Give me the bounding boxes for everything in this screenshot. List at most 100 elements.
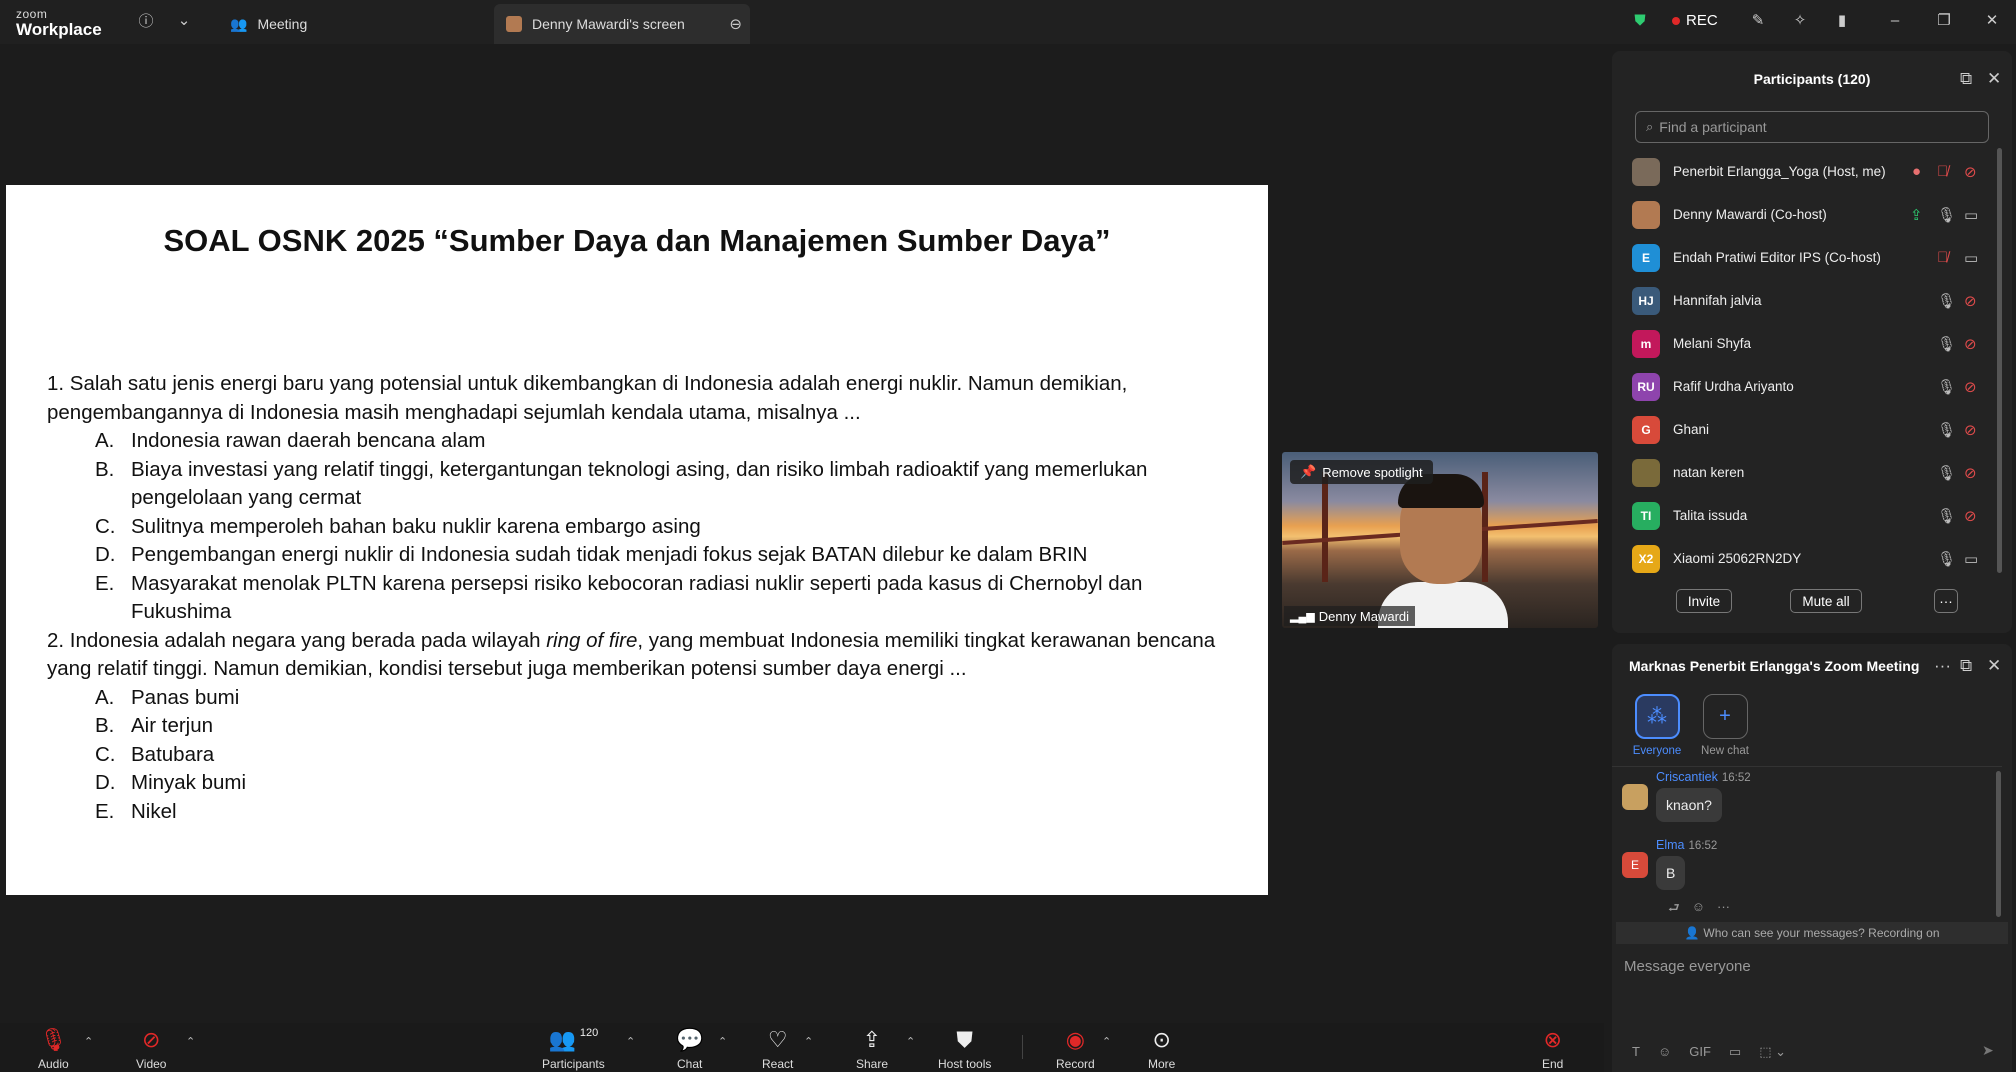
participants-button[interactable]: 👥 120 Participants (542, 1027, 605, 1071)
react-button[interactable]: ♡ React (762, 1027, 793, 1071)
record-button[interactable]: ◉ Record (1056, 1027, 1095, 1071)
audio-label: Audio (38, 1057, 69, 1071)
remove-spotlight-button[interactable]: 📌 Remove spotlight (1290, 460, 1433, 484)
annotate-pen-icon[interactable]: ✎ (1748, 10, 1768, 30)
participant-row[interactable]: m Melani Shyfa 🎙 ⊘ (1612, 322, 2004, 365)
video-off-icon[interactable]: ⊘ (1964, 507, 1977, 525)
more-button[interactable]: ⊙ More (1148, 1027, 1175, 1071)
recording-indicator[interactable]: REC (1672, 12, 1718, 29)
mic-icon[interactable]: 🎙 (1937, 550, 1956, 568)
mic-icon[interactable]: 🎙 (1937, 507, 1956, 525)
participant-search-input[interactable]: ⌕ Find a participant (1635, 111, 1989, 143)
video-off-icon[interactable]: ⊘ (1964, 292, 1977, 310)
video-icon[interactable]: ▭ (1964, 249, 1978, 267)
chat-options-caret[interactable]: ⌃ (718, 1035, 727, 1048)
screenshot-icon[interactable]: ⬚ ⌄ (1759, 1044, 1786, 1060)
participant-row[interactable]: Penerbit Erlangga_Yoga (Host, me) 🎙̸ ⊘ ● (1612, 150, 2004, 193)
message-more-icon[interactable]: ··· (1717, 899, 1730, 921)
ai-sparkle-icon[interactable]: ✧ (1790, 10, 1810, 30)
option-text: Indonesia rawan daerah bencana alam (131, 429, 486, 452)
reply-icon[interactable]: ⮐ (1668, 899, 1680, 921)
record-options-caret[interactable]: ⌃ (1102, 1035, 1111, 1048)
participant-row[interactable]: E Endah Pratiwi Editor IPS (Co-host) 🎙̸ ▭ (1612, 236, 2004, 279)
spotlight-video-tile[interactable]: 📌 Remove spotlight ▂▄▆ Denny Mawardi (1282, 452, 1598, 628)
react-options-caret[interactable]: ⌃ (804, 1035, 813, 1048)
message-visibility-note[interactable]: 👤 Who can see your messages? Recording o… (1616, 922, 2008, 944)
chat-panel: Marknas Penerbit Erlangga's Zoom Meeting… (1612, 644, 2012, 1072)
mic-muted-icon[interactable]: 🎙̸ (1937, 249, 1948, 266)
more-options-icon[interactable]: ⊖ (729, 15, 742, 33)
video-icon[interactable]: ▭ (1964, 206, 1978, 224)
tab-everyone[interactable]: ⁂ Everyone (1624, 694, 1690, 757)
video-off-icon[interactable]: ⊘ (1964, 335, 1977, 353)
tab-new-chat[interactable]: + New chat (1692, 694, 1758, 757)
mute-all-button[interactable]: Mute all (1790, 589, 1862, 613)
chat-popout-icon[interactable]: ⧉ (1960, 656, 1972, 676)
message-header: Elma 16:52 (1656, 838, 1717, 852)
participant-row[interactable]: RU Rafif Urdha Ariyanto 🎙 ⊘ (1612, 365, 2004, 408)
chat-scrollbar[interactable] (1996, 771, 2001, 917)
participants-options-caret[interactable]: ⌃ (626, 1035, 635, 1048)
tab-screen-share[interactable]: Denny Mawardi's screen ⊖ (494, 4, 750, 44)
audio-options-caret[interactable]: ⌃ (84, 1035, 93, 1048)
security-shield-icon[interactable]: ⛊ (1630, 10, 1650, 30)
more-participant-options-button[interactable]: ··· (1934, 589, 1958, 613)
chat-more-icon[interactable]: ··· (1934, 656, 1951, 676)
mic-icon[interactable]: 🎙 (1937, 421, 1956, 439)
share-options-caret[interactable]: ⌃ (906, 1035, 915, 1048)
video-off-icon[interactable]: ⊘ (1964, 421, 1977, 439)
question-2-pre: 2. Indonesia adalah negara yang berada p… (47, 628, 547, 652)
minimize-icon[interactable]: – (1885, 10, 1905, 30)
send-icon[interactable]: ➤ (1982, 1042, 1994, 1059)
view-layout-icon[interactable]: ▮ (1832, 10, 1852, 30)
participant-list-scrollbar[interactable] (1997, 148, 2002, 573)
mic-icon[interactable]: 🎙 (1937, 206, 1956, 224)
chat-close-icon[interactable]: ✕ (1987, 656, 2001, 676)
participant-row[interactable]: HJ Hannifah jalvia 🎙 ⊘ (1612, 279, 2004, 322)
invite-button[interactable]: Invite (1676, 589, 1732, 613)
participant-row[interactable]: natan keren 🎙 ⊘ (1612, 451, 2004, 494)
mic-icon[interactable]: 🎙 (1937, 335, 1956, 353)
file-icon[interactable]: ▭ (1729, 1044, 1741, 1060)
video-off-icon[interactable]: ⊘ (1964, 378, 1977, 396)
info-icon[interactable]: ⓘ (136, 10, 156, 30)
video-button[interactable]: ⊘ Video (136, 1027, 166, 1071)
add-reaction-icon[interactable]: ☺ (1692, 899, 1705, 921)
zoom-meeting-window: zoom Workplace ⓘ ⌄ 👥 Meeting Denny Mawar… (0, 0, 2016, 1072)
mic-icon[interactable]: 🎙 (1937, 464, 1956, 482)
restore-icon[interactable]: ❐ (1934, 10, 1954, 30)
option-letter: A. (95, 429, 115, 452)
popout-icon[interactable]: ⧉ (1960, 69, 1972, 89)
end-meeting-button[interactable]: ⊗ End (1542, 1027, 1563, 1071)
audio-button[interactable]: 🎙 Audio (38, 1027, 69, 1071)
video-off-icon[interactable]: ⊘ (1964, 163, 1977, 181)
more-dots-icon: ⊙ (1152, 1027, 1171, 1052)
close-panel-icon[interactable]: ✕ (1987, 69, 2001, 89)
participant-row[interactable]: Denny Mawardi (Co-host) 🎙 ▭ ⇪ (1612, 193, 2004, 236)
tab-meeting[interactable]: 👥 Meeting (218, 4, 319, 44)
react-label: React (762, 1057, 794, 1071)
share-button[interactable]: ⇪ Share (856, 1027, 888, 1071)
share-label: Share (856, 1057, 889, 1071)
host-tools-button[interactable]: ⛊ Host tools (938, 1027, 991, 1071)
emoji-icon[interactable]: ☺ (1658, 1044, 1671, 1060)
message-sender: Elma (1656, 838, 1685, 852)
mic-icon[interactable]: 🎙 (1937, 378, 1956, 396)
gif-button[interactable]: GIF (1689, 1044, 1711, 1060)
video-icon[interactable]: ▭ (1964, 550, 1978, 568)
participant-row[interactable]: G Ghani 🎙 ⊘ (1612, 408, 2004, 451)
participant-row[interactable]: X2 Xiaomi 25062RN2DY 🎙 ▭ (1612, 537, 2004, 580)
mic-muted-icon[interactable]: 🎙̸ (1937, 163, 1948, 180)
chevron-down-icon[interactable]: ⌄ (174, 10, 194, 30)
close-window-icon[interactable]: ✕ (1982, 10, 2002, 30)
mic-icon[interactable]: 🎙 (1937, 292, 1956, 310)
chat-message-input[interactable]: Message everyone (1624, 958, 1751, 975)
chat-button[interactable]: 💬 Chat (676, 1027, 703, 1071)
option-letter: D. (95, 771, 116, 794)
message-sender: Criscantiek (1656, 770, 1718, 784)
video-options-caret[interactable]: ⌃ (186, 1035, 195, 1048)
text-format-icon[interactable]: T (1632, 1044, 1640, 1060)
video-off-icon[interactable]: ⊘ (1964, 464, 1977, 482)
participant-row[interactable]: TI Talita issuda 🎙 ⊘ (1612, 494, 2004, 537)
search-placeholder: Find a participant (1659, 119, 1767, 135)
